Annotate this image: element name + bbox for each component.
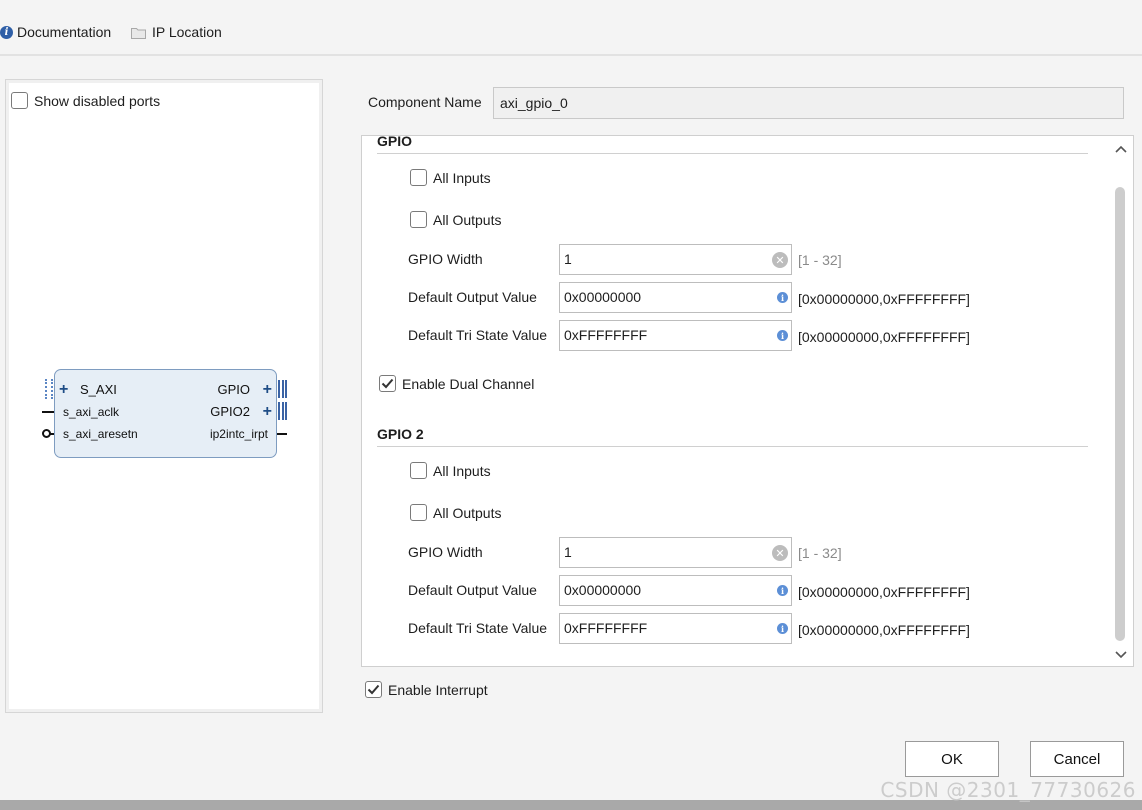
gpio2-default-output-field[interactable]: 0x00000000 i [559,575,792,606]
ip2intc-irpt-wire [277,433,287,435]
gpio2-default-output-range: [0x00000000,0xFFFFFFFF] [798,584,970,600]
gpio-all-outputs-checkbox[interactable]: All Outputs [410,211,501,228]
info-icon: i [777,623,788,634]
gpio2-all-inputs-box[interactable] [410,462,427,479]
gpio-width-value: 1 [564,251,572,267]
gpio2-default-output-label: Default Output Value [408,582,537,598]
s-axi-bus-connector [45,379,53,399]
chevron-down-icon[interactable] [1113,647,1129,663]
top-toolbar: i Documentation IP Location [0,0,1142,56]
gpio2-section-title: GPIO 2 [377,426,424,442]
gpio-bus-lines [278,380,287,398]
gpio-section-rule [377,153,1088,154]
gpio2-all-outputs-box[interactable] [410,504,427,521]
documentation-menu[interactable]: i Documentation [0,22,111,42]
s-axi-aclk-wire [42,411,54,413]
gpio2-tri-state-field[interactable]: 0xFFFFFFFF i [559,613,792,644]
gpio-section-title: GPIO [377,135,413,149]
enable-interrupt-label: Enable Interrupt [388,681,488,698]
checkmark-icon [381,378,394,389]
gpio-tri-state-range: [0x00000000,0xFFFFFFFF] [798,329,970,345]
info-icon: i [777,585,788,596]
gpio2-tri-state-value: 0xFFFFFFFF [564,620,648,636]
checkmark-icon [367,684,380,695]
gpio2-width-label: GPIO Width [408,544,483,560]
ip-symbol-preview: Show disabled ports + S_AXI s_axi_aclk s… [5,79,323,713]
gpio-tri-state-value: 0xFFFFFFFF [564,327,648,343]
gpio2-tri-state-range: [0x00000000,0xFFFFFFFF] [798,622,970,638]
gpio-all-outputs-box[interactable] [410,211,427,228]
gpio-all-outputs-label: All Outputs [433,211,502,228]
gpio2-all-inputs-label: All Inputs [433,462,491,479]
s-axi-expand-icon[interactable]: + [59,382,68,398]
component-name-label: Component Name [368,94,482,110]
gpio-all-inputs-box[interactable] [410,169,427,186]
gpio-expand-icon[interactable]: + [263,382,272,398]
gpio2-bus-lines [278,402,287,420]
enable-dual-channel-label: Enable Dual Channel [402,375,535,392]
folder-icon [131,27,146,39]
ip-location-button[interactable]: IP Location [131,22,222,42]
show-disabled-ports-box[interactable] [11,92,28,109]
watermark: CSDN @2301_77730626 [880,778,1136,802]
gpio2-default-output-value: 0x00000000 [564,582,642,598]
enable-interrupt-checkbox[interactable]: Enable Interrupt [365,681,488,698]
gpio2-all-outputs-label: All Outputs [433,504,502,521]
active-low-bubble-icon [42,429,51,438]
clear-icon[interactable]: ✕ [772,252,788,268]
chevron-up-icon[interactable] [1113,141,1129,157]
gpio-width-field[interactable]: 1 ✕ [559,244,792,275]
scrollbar-thumb[interactable] [1115,187,1125,641]
documentation-label: Documentation [17,24,112,40]
port-gpio2: GPIO2 [210,404,250,419]
cancel-button[interactable]: Cancel [1030,741,1124,777]
gpio2-tri-state-label: Default Tri State Value [408,620,548,636]
info-icon: i [777,330,788,341]
port-gpio: GPIO [217,382,250,397]
gpio-tri-state-field[interactable]: 0xFFFFFFFF i [559,320,792,351]
gpio2-section-rule [377,446,1088,447]
show-disabled-ports-checkbox[interactable]: Show disabled ports [11,92,160,109]
parameters-scrollbar[interactable] [1112,137,1132,665]
gpio-default-output-range: [0x00000000,0xFFFFFFFF] [798,291,970,307]
gpio-width-range: [1 - 32] [798,252,842,268]
gpio2-expand-icon[interactable]: + [263,404,272,420]
gpio2-width-range: [1 - 32] [798,545,842,561]
port-s-axi-aresetn: s_axi_aresetn [63,427,138,441]
show-disabled-ports-label: Show disabled ports [34,92,161,109]
gpio2-width-field[interactable]: 1 ✕ [559,537,792,568]
gpio2-width-value: 1 [564,544,572,560]
info-icon: i [0,25,13,39]
gpio-default-output-field[interactable]: 0x00000000 i [559,282,792,313]
gpio2-all-outputs-checkbox[interactable]: All Outputs [410,504,501,521]
ok-button[interactable]: OK [905,741,999,777]
gpio-all-inputs-checkbox[interactable]: All Inputs [410,169,491,186]
gpio-all-inputs-label: All Inputs [433,169,491,186]
enable-dual-channel-checkbox[interactable]: Enable Dual Channel [379,375,534,392]
clear-icon[interactable]: ✕ [772,545,788,561]
port-ip2intc-irpt: ip2intc_irpt [209,427,268,441]
parameters-pane: GPIO All Inputs All Outputs GPIO Width 1… [361,135,1134,667]
info-icon: i [777,292,788,303]
component-name-field[interactable]: axi_gpio_0 [493,87,1124,119]
gpio-width-label: GPIO Width [408,251,483,267]
port-s-axi: S_AXI [80,382,117,397]
port-s-axi-aclk: s_axi_aclk [63,405,120,419]
ip-location-label: IP Location [152,24,222,40]
gpio2-all-inputs-checkbox[interactable]: All Inputs [410,462,491,479]
gpio-tri-state-label: Default Tri State Value [408,327,548,343]
enable-dual-channel-box[interactable] [379,375,396,392]
gpio-default-output-value: 0x00000000 [564,289,642,305]
gpio-default-output-label: Default Output Value [408,289,537,305]
axi-gpio-block[interactable]: + S_AXI s_axi_aclk s_axi_aresetn GPIO + … [54,369,277,458]
enable-interrupt-box[interactable] [365,681,382,698]
